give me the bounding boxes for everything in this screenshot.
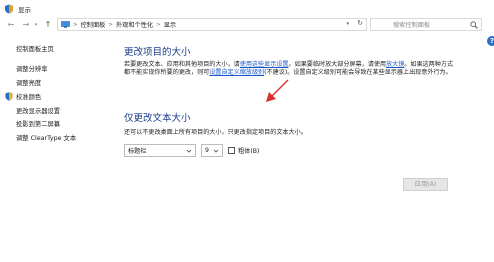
up-arrow-icon[interactable]: ↑ — [42, 20, 54, 29]
sidebar-item-brightness[interactable]: 调整亮度 — [16, 78, 41, 87]
sidebar-item-resolution[interactable]: 调整分辨率 — [16, 64, 47, 73]
breadcrumb-separator: > — [156, 21, 161, 28]
sidebar-item-project-second-screen[interactable]: 投影到第二屏幕 — [16, 119, 60, 128]
address-dropdown-icon[interactable]: ▾ — [346, 21, 349, 27]
bold-checkbox[interactable] — [228, 146, 235, 154]
recent-pages-chevron-icon[interactable]: ▾ — [32, 22, 40, 28]
heading-change-item-size: 更改项目的大小 — [124, 47, 191, 58]
search-input[interactable]: 搜索控制面板 — [370, 18, 482, 31]
breadcrumb-control-panel[interactable]: 控制面板 — [81, 20, 106, 29]
paragraph-text: 。如果要临时放大部分屏幕，请使用 — [288, 61, 387, 68]
text-size-description: 还可以不更改桌面上所有项目的大小，只更改指定项目的文本大小。 — [124, 129, 307, 136]
navigation-bar: ← → ▾ ↑ > 控制面板 > 外观和个性化 > 显示 ▾ ↻ 搜索控制面板 — [0, 17, 494, 32]
search-placeholder: 搜索控制面板 — [393, 22, 431, 29]
display-settings-link[interactable]: 使用这些显示设置 — [240, 61, 289, 68]
breadcrumb-separator: > — [108, 21, 113, 28]
forward-arrow-icon[interactable]: → — [20, 20, 32, 29]
refresh-icon[interactable]: ↻ — [357, 19, 363, 27]
chevron-down-icon — [186, 149, 192, 153]
search-icon[interactable] — [470, 21, 478, 29]
apply-button[interactable]: 应用(A) — [403, 178, 448, 191]
main-content: 更改项目的大小 若要更改文本、应用和其他项目的大小，请使用这些显示设置。如果要临… — [124, 33, 494, 262]
text-size-controls: 标题栏 9 粗体(B) — [124, 143, 259, 157]
heading-change-text-size: 仅更改文本大小 — [124, 113, 191, 124]
sidebar-item-label: 校准颜色 — [16, 94, 42, 101]
breadcrumb-display[interactable]: 显示 — [164, 20, 176, 29]
item-select-value: 标题栏 — [128, 147, 147, 155]
window-title: 显示 — [18, 5, 31, 14]
back-arrow-icon[interactable]: ← — [5, 20, 17, 29]
sidebar-item-display-settings[interactable]: 更改显示器设置 — [16, 106, 60, 115]
sidebar: 控制面板主页 调整分辨率 调整亮度 校准颜色 更改显示器设置 投影到第二屏幕 调… — [0, 33, 100, 262]
paragraph-text: (不建议)。设置自定义级别可能会导致在某些显示器上出现意外行为。 — [264, 69, 452, 77]
paragraph-text: 若要更改文本、应用和其他项目的大小，请 — [124, 61, 240, 68]
chevron-down-icon — [213, 149, 219, 153]
display-settings-window: 显示 ← → ▾ ↑ > 控制面板 > 外观和个性化 > 显示 ▾ ↻ 搜索控制… — [0, 0, 494, 262]
breadcrumb-separator: > — [73, 21, 78, 28]
control-panel-icon — [61, 21, 70, 28]
font-size-value: 9 — [205, 146, 209, 154]
title-bar: 显示 — [0, 0, 494, 17]
font-size-select[interactable]: 9 — [201, 143, 223, 157]
address-bar[interactable]: > 控制面板 > 外观和个性化 > 显示 ▾ ↻ — [57, 18, 367, 31]
custom-scaling-link[interactable]: 设置自定义缩放级别 — [209, 69, 264, 76]
item-select[interactable]: 标题栏 — [124, 143, 196, 157]
magnifier-link[interactable]: 放大镜 — [386, 61, 404, 68]
breadcrumb-appearance[interactable]: 外观和个性化 — [116, 20, 153, 29]
bold-checkbox-label[interactable]: 粗体(B) — [238, 146, 259, 155]
annotation-arrow-icon — [266, 79, 289, 102]
sidebar-item-cleartype[interactable]: 调整 ClearType 文本 — [16, 133, 76, 142]
sidebar-item-calibrate-color[interactable]: 校准颜色 — [5, 92, 41, 101]
sidebar-item-control-panel-home[interactable]: 控制面板主页 — [16, 44, 54, 53]
display-app-icon — [5, 4, 13, 13]
shield-icon — [5, 92, 13, 101]
